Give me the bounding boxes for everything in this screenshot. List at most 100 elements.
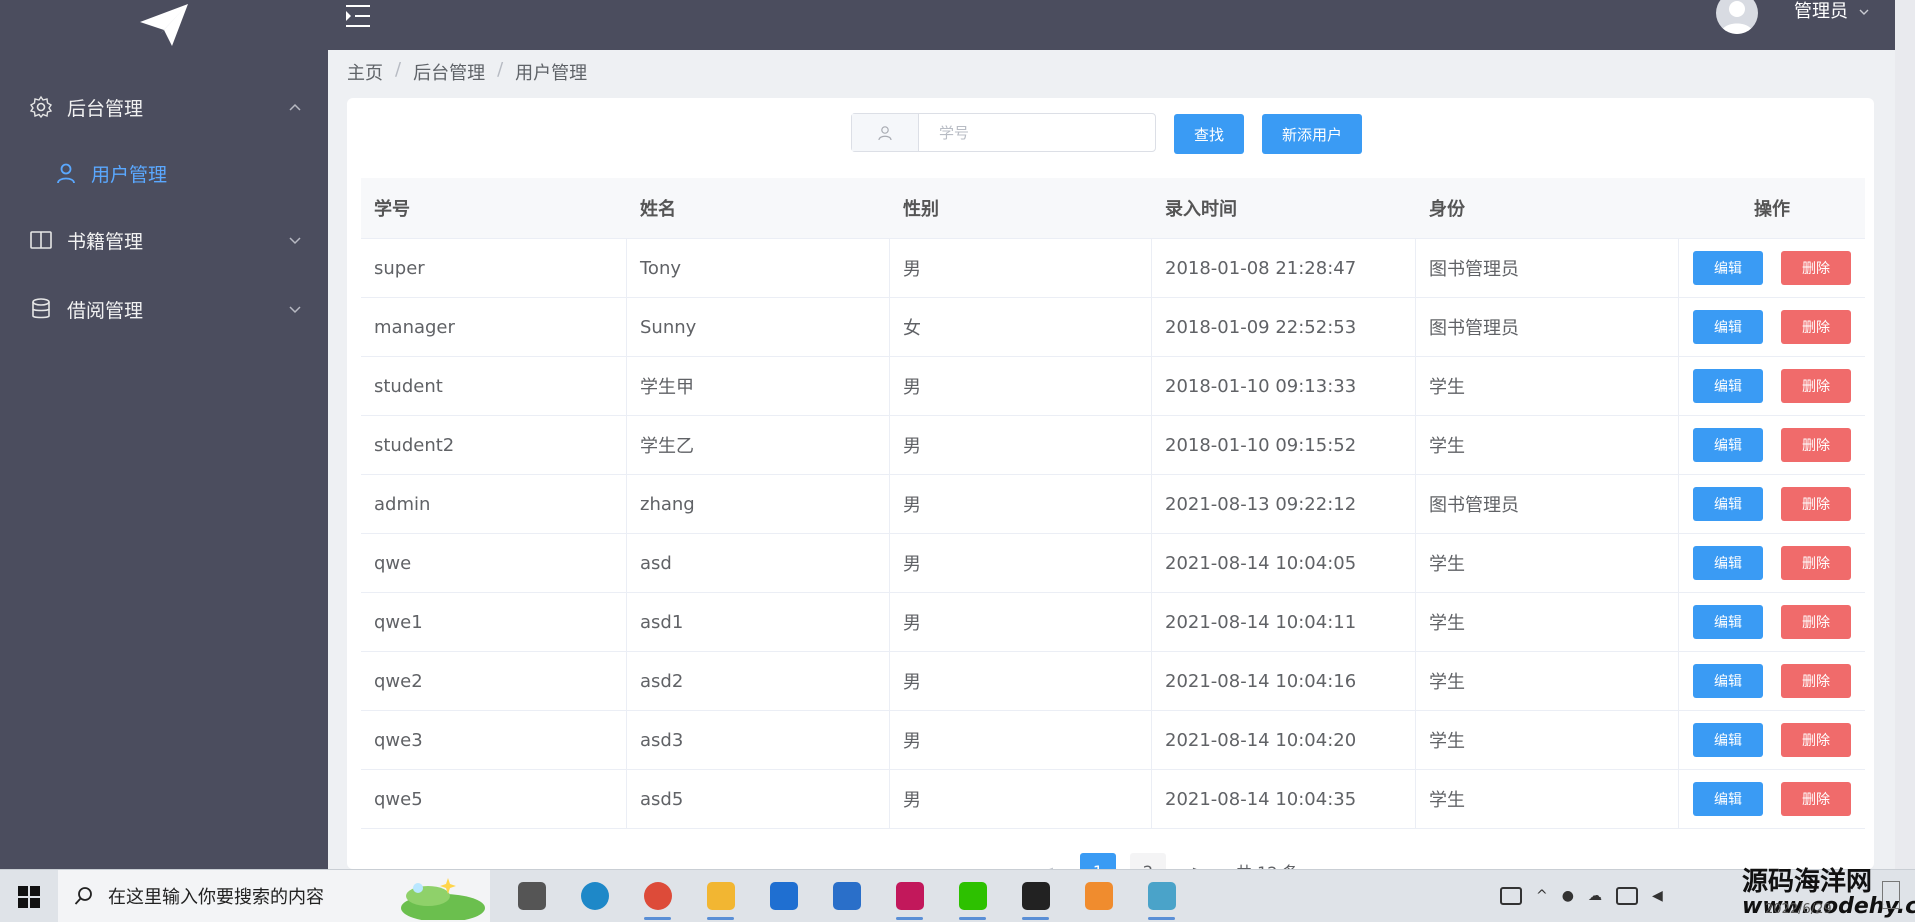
wechat-icon-glyph: [958, 882, 987, 910]
breadcrumb-home[interactable]: 主页: [347, 59, 383, 85]
tray-overflow-icon[interactable]: ^: [1536, 888, 1548, 904]
cell-name: asd: [627, 534, 890, 592]
wechat-icon[interactable]: [941, 870, 1004, 922]
cell-student-id: student: [361, 357, 627, 415]
show-desktop-button[interactable]: [1882, 881, 1900, 909]
admin-name[interactable]: 管理员: [1794, 0, 1848, 24]
edit-button[interactable]: 编辑: [1693, 664, 1763, 698]
cell-actions: 编辑 删除: [1679, 298, 1865, 356]
delete-button[interactable]: 删除: [1781, 428, 1851, 462]
column-header-id: 学号: [374, 199, 410, 220]
sidebar-group-backend[interactable]: 后台管理: [0, 79, 328, 135]
cell-time: 2021-08-14 10:04:35: [1152, 770, 1416, 828]
cell-role: 学生: [1416, 770, 1679, 828]
edit-button[interactable]: 编辑: [1693, 782, 1763, 816]
edit-button[interactable]: 编辑: [1693, 251, 1763, 285]
network-icon[interactable]: [1615, 887, 1638, 905]
edit-button[interactable]: 编辑: [1693, 605, 1763, 639]
chevron-down-icon[interactable]: [1858, 6, 1870, 18]
breadcrumb-separator: /: [395, 59, 402, 80]
terminal-icon-glyph: [1021, 882, 1050, 910]
store-icon[interactable]: [752, 870, 815, 922]
cell-name: Sunny: [627, 298, 890, 356]
table-row: qwe2 asd2 男 2021-08-14 10:04:16 学生 编辑 删除: [361, 652, 1865, 711]
keyboard-icon[interactable]: [1500, 887, 1522, 905]
column-header-actions: 操作: [1754, 199, 1790, 220]
cloud-icon[interactable]: ☁: [1588, 888, 1602, 904]
cell-time: 2018-01-10 09:13:33: [1152, 357, 1416, 415]
table-header: 学号 姓名 性别 录入时间 身份 操作: [361, 178, 1865, 239]
file-explorer-icon[interactable]: [689, 870, 752, 922]
delete-button[interactable]: 删除: [1781, 546, 1851, 580]
delete-button[interactable]: 删除: [1781, 782, 1851, 816]
delete-button[interactable]: 删除: [1781, 487, 1851, 521]
scrollbar-track[interactable]: [1895, 0, 1915, 869]
mail-icon-glyph: [832, 882, 861, 910]
cell-student-id: qwe1: [361, 593, 627, 651]
mail-icon[interactable]: [815, 870, 878, 922]
cell-gender: 男: [890, 652, 1152, 710]
edit-button[interactable]: 编辑: [1693, 546, 1763, 580]
avatar[interactable]: [1716, 0, 1758, 34]
cell-time: 2021-08-14 10:04:16: [1152, 652, 1416, 710]
chrome-icon-glyph: [643, 882, 672, 910]
cell-actions: 编辑 删除: [1679, 770, 1865, 828]
cell-actions: 编辑 删除: [1679, 652, 1865, 710]
sidebar-item-user-management[interactable]: 用户管理: [0, 145, 328, 201]
delete-button[interactable]: 删除: [1781, 369, 1851, 403]
edge-icon-glyph: [580, 882, 609, 910]
intellij-icon[interactable]: [878, 870, 941, 922]
cell-gender: 男: [890, 593, 1152, 651]
sidebar-group-label: 书籍管理: [67, 230, 144, 253]
search-prefix: [852, 114, 919, 151]
app-icon[interactable]: [1067, 870, 1130, 922]
cell-actions: 编辑 删除: [1679, 239, 1865, 297]
user-icon: [57, 163, 75, 184]
menu-toggle-icon[interactable]: [344, 3, 372, 29]
search-button[interactable]: 查找: [1174, 114, 1244, 154]
cell-actions: 编辑 删除: [1679, 593, 1865, 651]
terminal-icon[interactable]: [1004, 870, 1067, 922]
cell-actions: 编辑 删除: [1679, 475, 1865, 533]
chrome-icon[interactable]: [626, 870, 689, 922]
volume-icon[interactable]: ◀: [1652, 888, 1663, 904]
edit-button[interactable]: 编辑: [1693, 723, 1763, 757]
edit-button[interactable]: 编辑: [1693, 428, 1763, 462]
task-view-icon[interactable]: [500, 870, 563, 922]
edit-button[interactable]: 编辑: [1693, 310, 1763, 344]
column-header-gender: 性别: [903, 199, 939, 220]
delete-button[interactable]: 删除: [1781, 251, 1851, 285]
column-header-time: 录入时间: [1165, 199, 1237, 220]
search-field[interactable]: [851, 113, 1156, 152]
chevron-up-icon: [289, 103, 301, 111]
table-row: student 学生甲男 2018-01-10 09:13:33 学生 编辑 删除: [361, 357, 1865, 416]
cell-name: asd2: [627, 652, 890, 710]
delete-button[interactable]: 删除: [1781, 605, 1851, 639]
sidebar: 后台管理 用户管理 书籍管理 借阅管理: [0, 0, 328, 869]
delete-button[interactable]: 删除: [1781, 310, 1851, 344]
cell-student-id: qwe: [361, 534, 627, 592]
watermark-title: 源码海洋网: [1742, 867, 1873, 897]
sidebar-group-books[interactable]: 书籍管理: [0, 212, 328, 268]
table-body: super Tony 男 2018-01-08 21:28:47 图书管理员 编辑 删除 ma…: [361, 239, 1865, 829]
row-actions: 编辑 删除: [1693, 428, 1851, 462]
notepad-icon[interactable]: [1130, 870, 1193, 922]
sidebar-group-borrowing[interactable]: 借阅管理: [0, 281, 328, 337]
edge-icon[interactable]: [563, 870, 626, 922]
row-actions: 编辑 删除: [1693, 605, 1851, 639]
student-id-input[interactable]: [919, 114, 1155, 151]
delete-button[interactable]: 删除: [1781, 664, 1851, 698]
table-row: qwe3 asd3 男 2021-08-14 10:04:20 学生 编辑 删除: [361, 711, 1865, 770]
qq-icon[interactable]: ●: [1562, 888, 1574, 904]
top-header: 管理员: [328, 0, 1895, 50]
breadcrumb-backend[interactable]: 后台管理: [413, 59, 485, 85]
windows-start-icon[interactable]: [18, 886, 40, 908]
edit-button[interactable]: 编辑: [1693, 369, 1763, 403]
add-user-button[interactable]: 新添用户: [1262, 114, 1362, 154]
cell-student-id: student2: [361, 416, 627, 474]
delete-button[interactable]: 删除: [1781, 723, 1851, 757]
edit-button[interactable]: 编辑: [1693, 487, 1763, 521]
cell-actions: 编辑 删除: [1679, 357, 1865, 415]
taskbar-date[interactable]: 2022/6/29: [1765, 902, 1832, 917]
sidebar-item-label: 用户管理: [91, 163, 168, 186]
